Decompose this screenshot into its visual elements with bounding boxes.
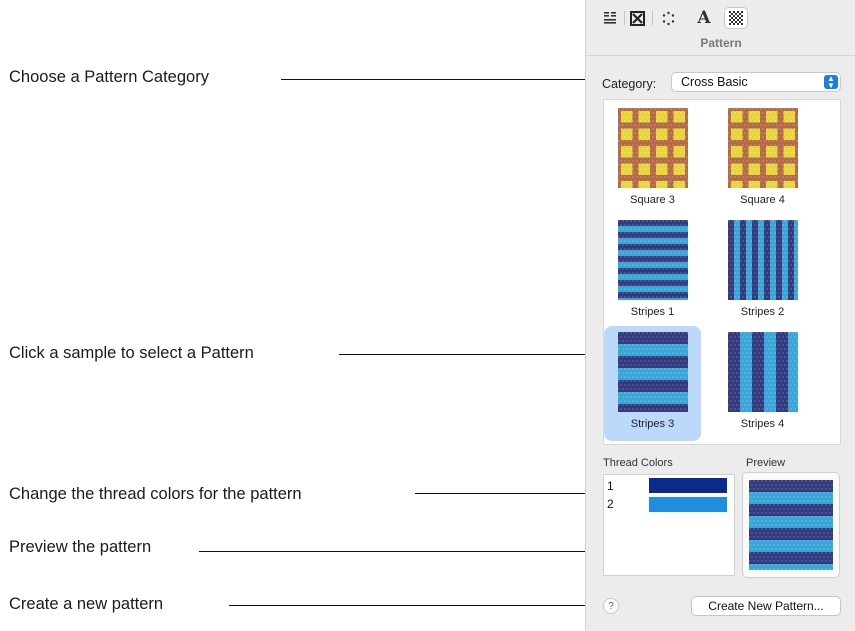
callout-thread-colors: Change the thread colors for the pattern <box>9 485 302 503</box>
pattern-sample[interactable]: Stripes 4 <box>714 326 811 441</box>
pattern-preview <box>742 472 840 578</box>
category-select[interactable]: Cross Basic ▲ ▼ <box>671 72 841 92</box>
callout-create-pattern: Create a new pattern <box>9 595 164 613</box>
divider <box>586 55 855 56</box>
pattern-sample[interactable]: Square 3 <box>604 102 701 217</box>
category-label: Category: <box>602 77 657 91</box>
toolbar-separator <box>624 11 625 25</box>
thread-color-swatch-1[interactable] <box>649 478 727 493</box>
preview-image <box>749 480 833 570</box>
pattern-sample-label: Stripes 4 <box>740 418 785 430</box>
pattern-sample[interactable]: Stripes 3 <box>604 326 701 441</box>
pattern-gallery[interactable]: Square 3 Square 4 Stripes 1 Stripes 2 Stripe… <box>603 99 841 445</box>
leader-line-category <box>281 79 595 80</box>
pattern-thumbnail <box>618 444 688 445</box>
thread-colors-label: Thread Colors <box>603 457 673 469</box>
leader-line-thread-colors <box>415 493 592 494</box>
preview-label: Preview <box>746 457 786 469</box>
toolbar-separator <box>652 11 653 25</box>
thread-colors-list: 1 2 <box>603 474 735 576</box>
leader-line-sample <box>339 354 599 355</box>
pattern-thumbnail <box>728 220 798 300</box>
pattern-thumbnail <box>618 220 688 300</box>
pattern-sample-label: Square 4 <box>740 194 785 206</box>
pattern-sample-label: Square 3 <box>630 194 675 206</box>
dotted-circle-icon[interactable] <box>658 8 678 28</box>
thread-color-number: 1 <box>607 479 614 493</box>
pattern-sample-label: Stripes 2 <box>740 306 785 318</box>
callout-preview: Preview the pattern <box>9 538 152 556</box>
create-new-pattern-button[interactable]: Create New Pattern... <box>691 596 841 616</box>
callout-select-pattern: Click a sample to select a Pattern <box>9 344 254 362</box>
panel-title: Pattern <box>700 36 742 50</box>
pattern-thumbnail <box>728 332 798 412</box>
pattern-icon[interactable] <box>725 8 747 28</box>
text-icon[interactable]: A <box>694 8 714 28</box>
properties-icon[interactable] <box>600 8 620 28</box>
pattern-sample[interactable]: Stripes 1 <box>604 214 701 329</box>
pattern-thumbnail <box>728 444 798 445</box>
pattern-thumbnail <box>618 108 688 188</box>
help-button[interactable]: ? <box>603 598 619 614</box>
pattern-thumbnail <box>728 108 798 188</box>
pattern-sample[interactable] <box>604 438 701 445</box>
category-value: Cross Basic <box>681 75 748 89</box>
pattern-panel: A Pattern Category: Cross Basic ▲ ▼ Squar… <box>585 0 855 631</box>
stitch-type-icon[interactable] <box>627 8 647 28</box>
thread-color-number: 2 <box>607 497 614 511</box>
callout-choose-category: Choose a Pattern Category <box>9 68 209 86</box>
pattern-sample-label: Stripes 3 <box>630 418 675 430</box>
chevron-updown-icon: ▲ ▼ <box>824 75 838 90</box>
pattern-thumbnail <box>618 332 688 412</box>
pattern-sample-label: Stripes 1 <box>630 306 675 318</box>
pattern-sample[interactable]: Square 4 <box>714 102 811 217</box>
thread-color-swatch-2[interactable] <box>649 497 727 512</box>
pattern-sample[interactable]: Stripes 2 <box>714 214 811 329</box>
pattern-sample[interactable] <box>714 438 811 445</box>
